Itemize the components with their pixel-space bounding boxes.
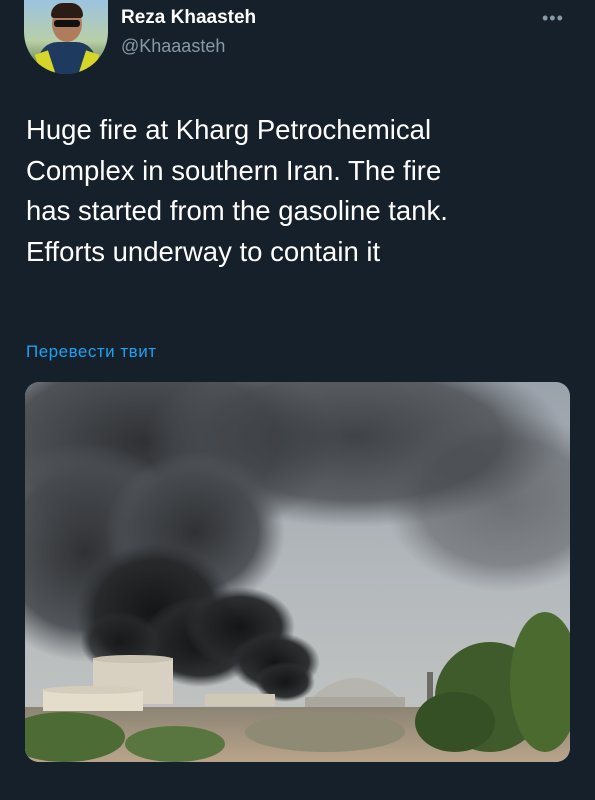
more-horizontal-icon[interactable]: ••• <box>542 8 564 29</box>
tweet-text-line: Efforts underway to contain it <box>26 235 381 267</box>
avatar-hair <box>51 3 83 18</box>
tweet-text-line: Complex in southern Iran. The fire <box>26 154 442 186</box>
avatar[interactable] <box>24 0 108 74</box>
tweet-text-line: has started from the gasoline tank. <box>26 195 448 226</box>
tweet-text-line: Huge fire at Kharg Petrochemical <box>26 114 432 145</box>
tweet-text: Huge fire at Kharg Petrochemical Complex… <box>26 110 571 272</box>
tweet-media-photo[interactable] <box>25 382 570 762</box>
avatar-sunglasses <box>54 20 80 27</box>
author-name[interactable]: Reza Khaasteh <box>121 7 256 29</box>
translate-tweet-link[interactable]: Перевести твит <box>26 342 156 362</box>
fire-smoke-photo <box>25 382 570 762</box>
author-handle[interactable]: @Khaaasteh <box>121 36 225 57</box>
